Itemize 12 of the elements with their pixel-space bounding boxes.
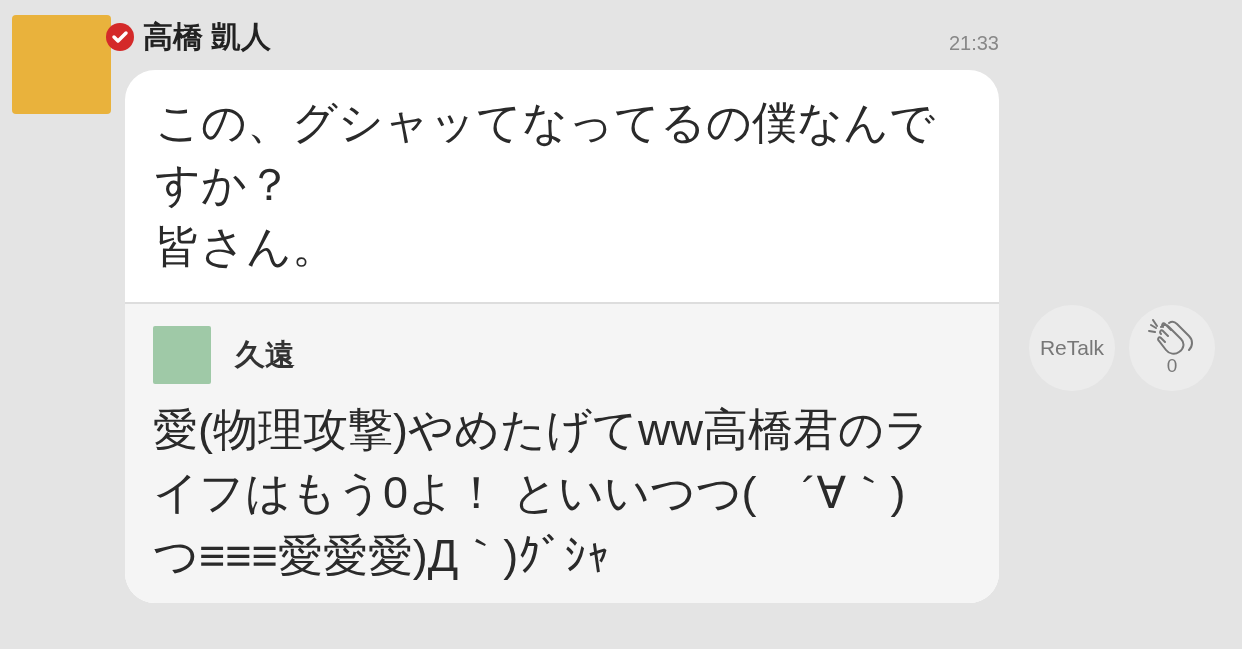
author-name: 高橋 凱人 bbox=[143, 18, 272, 55]
post-time: 21:33 bbox=[948, 31, 999, 55]
message-text: この、グシャッてなってるの僕なんですか？ bbox=[155, 96, 936, 212]
clap-count: 0 bbox=[1166, 355, 1178, 377]
quoted-author-name: 久遠 bbox=[235, 336, 295, 373]
retalk-button[interactable]: ReTalk bbox=[1029, 305, 1115, 391]
avatar-picture[interactable] bbox=[12, 15, 111, 114]
quoted-text: 愛(物理攻撃)やめたげてww高橋君のライフはもう0よ！ といいつつ( ´∀｀)つ≡≡≡愛愛愛)Д｀)ｸﾞｼｬ bbox=[153, 403, 931, 583]
message-text: 皆さん。 bbox=[155, 220, 338, 274]
quoted-post[interactable]: 久遠 愛(物理攻撃)やめたげてww高橋君のライフはもう0よ！ といいつつ( ´∀｀)つ≡≡≡愛愛愛)Д｀)ｸﾞｼｬ bbox=[125, 302, 999, 603]
clap-button[interactable]: 0 bbox=[1129, 305, 1215, 391]
avatar-picture bbox=[153, 326, 211, 384]
